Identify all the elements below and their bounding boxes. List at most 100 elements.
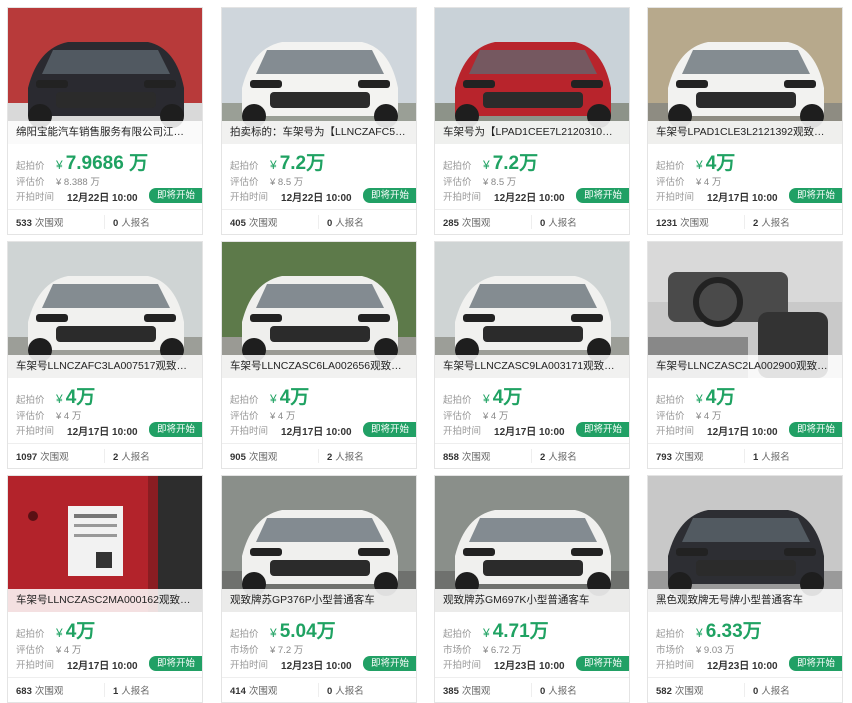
start-time-value: 12月22日 10:00 (494, 192, 565, 204)
auction-card-8[interactable]: 车架号LLNCZASC2LA002900观致汽… 起拍价 ¥ 4万 评估价 ¥ … (647, 241, 843, 469)
start-time-label: 开拍时间 (656, 426, 695, 437)
auction-card-7[interactable]: 车架号LLNCZASC9LA003171观致汽… 起拍价 ¥ 4万 评估价 ¥ … (434, 241, 630, 469)
reference-price-value: ¥ 8.5 万 (270, 176, 304, 188)
status-badge: 即将开始 (148, 656, 202, 671)
auction-card-9[interactable]: 车架号LLNCZASC2MA000162观致汽… 起拍价 ¥ 4万 评估价 ¥ … (7, 475, 203, 703)
yen-symbol: ¥ (270, 626, 277, 640)
start-time-label: 开拍时间 (443, 660, 482, 671)
start-time-label: 开拍时间 (443, 426, 482, 437)
status-badge: 即将开始 (575, 188, 629, 203)
status-badge: 即将开始 (575, 422, 629, 437)
status-badge: 即将开始 (788, 422, 842, 437)
card-title[interactable]: 黑色观致牌无号牌小型普通客车 (648, 589, 842, 612)
card-title[interactable]: 车架号LLNCZASC2MA000162观致汽… (8, 589, 202, 612)
yen-symbol: ¥ (56, 158, 63, 172)
start-time-value: 12月17日 10:00 (494, 426, 565, 438)
yen-symbol: ¥ (56, 626, 63, 640)
view-count: 533 (16, 218, 32, 229)
signup-suffix: 人报名 (761, 218, 790, 229)
auction-card-11[interactable]: 观致牌苏GM697K小型普通客车 起拍价 ¥ 4.71万 市场价 ¥ 6.72 … (434, 475, 630, 703)
status-badge: 即将开始 (362, 188, 416, 203)
start-time-label: 开拍时间 (656, 660, 695, 671)
card-title[interactable]: 车架号LLNCZASC2LA002900观致汽… (648, 355, 842, 378)
start-price-value: 4万 (65, 621, 96, 642)
start-time-value: 12月23日 10:00 (707, 660, 778, 672)
auction-card-4[interactable]: 车架号LPAD1CLE3L2121392观致汽… 起拍价 ¥ 4万 评估价 ¥ … (647, 7, 843, 235)
start-price-label: 起拍价 (656, 395, 685, 406)
yen-symbol: ¥ (270, 392, 277, 406)
yen-symbol: ¥ (696, 158, 703, 172)
reference-price-label: 评估价 (230, 410, 259, 422)
view-suffix: 次围观 (461, 452, 491, 463)
reference-price-label: 评估价 (16, 176, 45, 188)
signup-count: 0 (540, 218, 546, 229)
card-title[interactable]: 车架号LPAD1CLE3L2121392观致汽… (648, 121, 842, 144)
start-time-value: 12月17日 10:00 (67, 660, 138, 672)
start-price-label: 起拍价 (656, 161, 685, 172)
auction-listing-grid: 绵阳宝能汽车销售服务有限公司江油分… 起拍价 ¥ 7.9686 万 评估价 ¥ … (0, 0, 852, 703)
card-title[interactable]: 观致牌苏GM697K小型普通客车 (435, 589, 629, 612)
signup-suffix: 人报名 (548, 218, 577, 229)
start-price-value: 4万 (279, 387, 310, 408)
signup-count: 1 (113, 686, 119, 697)
start-time-label: 开拍时间 (16, 426, 55, 437)
start-price-value: 4万 (705, 153, 736, 174)
view-count: 683 (16, 686, 32, 697)
view-count: 858 (443, 452, 459, 463)
start-time-value: 12月22日 10:00 (281, 192, 352, 204)
reference-price-value: ¥ 7.2 万 (270, 644, 304, 656)
signup-suffix: 人报名 (121, 452, 150, 463)
start-time-value: 12月22日 10:00 (67, 192, 138, 204)
auction-card-2[interactable]: 拍卖标的：车架号为【LLNCZAFC5LA… 起拍价 ¥ 7.2万 评估价 ¥ … (221, 7, 417, 235)
status-badge: 即将开始 (148, 422, 202, 437)
start-time-label: 开拍时间 (230, 192, 269, 203)
card-title[interactable]: 绵阳宝能汽车销售服务有限公司江油分… (8, 121, 202, 144)
status-badge: 即将开始 (575, 656, 629, 671)
card-stats: 858 次围观 2 人报名 (435, 443, 629, 468)
start-price-value: 4万 (705, 387, 736, 408)
start-time-label: 开拍时间 (656, 192, 695, 203)
auction-card-3[interactable]: 车架号为【LPAD1CEE7L2120310】… 起拍价 ¥ 7.2万 评估价 … (434, 7, 630, 235)
start-time-label: 开拍时间 (230, 426, 269, 437)
signup-count: 2 (113, 452, 119, 463)
reference-price-label: 市场价 (656, 644, 685, 656)
reference-price-label: 评估价 (16, 644, 45, 656)
card-title[interactable]: 拍卖标的：车架号为【LLNCZAFC5LA… (222, 121, 416, 144)
reference-price-label: 评估价 (16, 410, 45, 422)
start-price-label: 起拍价 (230, 161, 259, 172)
view-suffix: 次围观 (248, 218, 278, 229)
card-title[interactable]: 观致牌苏GP376P小型普通客车 (222, 589, 416, 612)
view-suffix: 次围观 (674, 452, 704, 463)
start-price-value: 7.9686 万 (65, 153, 149, 174)
card-title[interactable]: 车架号LLNCZASC6LA002656观致汽… (222, 355, 416, 378)
start-price-value: 5.04万 (279, 621, 336, 642)
start-price-label: 起拍价 (230, 629, 259, 640)
auction-card-10[interactable]: 观致牌苏GP376P小型普通客车 起拍价 ¥ 5.04万 市场价 ¥ 7.2 万… (221, 475, 417, 703)
card-title[interactable]: 车架号LLNCZASC9LA003171观致汽… (435, 355, 629, 378)
auction-card-12[interactable]: 黑色观致牌无号牌小型普通客车 起拍价 ¥ 6.33万 市场价 ¥ 9.03 万 … (647, 475, 843, 703)
start-price-value: 7.2万 (279, 153, 326, 174)
card-stats: 793 次围观 1 人报名 (648, 443, 842, 468)
reference-price-value: ¥ 4 万 (483, 410, 509, 422)
start-time-label: 开拍时间 (16, 192, 55, 203)
card-title[interactable]: 车架号为【LPAD1CEE7L2120310】… (435, 121, 629, 144)
start-price-label: 起拍价 (16, 395, 45, 406)
start-price-label: 起拍价 (443, 629, 472, 640)
reference-price-value: ¥ 9.03 万 (696, 644, 735, 656)
signup-suffix: 人报名 (335, 686, 364, 697)
view-count: 793 (656, 452, 672, 463)
start-price-value: 4万 (65, 387, 96, 408)
auction-card-1[interactable]: 绵阳宝能汽车销售服务有限公司江油分… 起拍价 ¥ 7.9686 万 评估价 ¥ … (7, 7, 203, 235)
auction-card-6[interactable]: 车架号LLNCZASC6LA002656观致汽… 起拍价 ¥ 4万 评估价 ¥ … (221, 241, 417, 469)
reference-price-value: ¥ 4 万 (696, 410, 722, 422)
start-time-value: 12月17日 10:00 (281, 426, 352, 438)
view-count: 1231 (656, 218, 678, 229)
auction-card-5[interactable]: 车架号LLNCZAFC3LA007517观致汽… 起拍价 ¥ 4万 评估价 ¥ … (7, 241, 203, 469)
yen-symbol: ¥ (696, 392, 703, 406)
yen-symbol: ¥ (56, 392, 63, 406)
status-badge: 即将开始 (362, 656, 416, 671)
signup-count: 2 (540, 452, 546, 463)
start-time-label: 开拍时间 (443, 192, 482, 203)
card-title[interactable]: 车架号LLNCZAFC3LA007517观致汽… (8, 355, 202, 378)
signup-suffix: 人报名 (335, 218, 364, 229)
